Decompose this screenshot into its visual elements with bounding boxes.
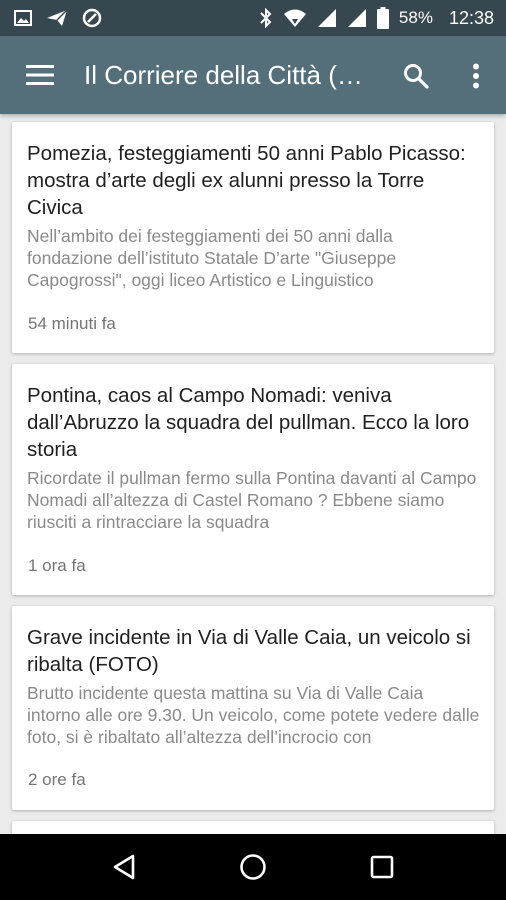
menu-button[interactable]: [0, 36, 80, 114]
article-title: Pomezia, festeggiamenti 50 anni Pablo Pi…: [27, 142, 466, 219]
home-button[interactable]: [223, 837, 283, 897]
clock: 12:38: [448, 7, 494, 28]
signal-icon: [347, 8, 367, 28]
article-summary: Nell’ambito dei festeggiamenti dei 50 an…: [27, 226, 397, 290]
back-icon: [112, 854, 136, 880]
status-bar: 58% 12:38: [0, 0, 506, 36]
recents-button[interactable]: [352, 837, 412, 897]
article-card[interactable]: Pontina, caos al Campo Nomadi: veniva da…: [12, 364, 494, 595]
bluetooth-icon: [259, 8, 273, 28]
more-options-button[interactable]: [462, 58, 490, 94]
image-icon: [14, 9, 32, 27]
back-button[interactable]: [94, 837, 154, 897]
home-icon: [239, 853, 267, 881]
article-summary: Brutto incidente questa mattina su Via d…: [27, 683, 480, 747]
wifi-icon: [283, 8, 307, 28]
article-card[interactable]: Grave incidente in Via di Valle Caia, un…: [12, 606, 494, 810]
signal-icon: [317, 8, 337, 28]
article-summary: Ricordate il pullman fermo sulla Pontina…: [27, 468, 477, 532]
article-time: 54 minuti fa: [28, 314, 116, 333]
hamburger-menu-icon: [26, 64, 54, 86]
navigation-bar: [0, 834, 506, 900]
battery-percentage: 58%: [398, 8, 433, 27]
status-bar-notifications: [14, 8, 102, 28]
article-title: Grave incidente in Via di Valle Caia, un…: [27, 626, 471, 676]
article-title: Pontina, caos al Campo Nomadi: veniva da…: [27, 384, 470, 461]
article-card[interactable]: Pomezia, festeggiamenti 50 anni Pablo Pi…: [12, 122, 494, 353]
more-vert-icon: [472, 63, 480, 89]
battery-icon: [376, 7, 389, 29]
article-time: 1 ora fa: [28, 556, 86, 575]
status-bar-system: 58% 12:38: [259, 7, 494, 29]
article-list: Pomezia, festeggiamenti 50 anni Pablo Pi…: [0, 114, 506, 834]
search-icon: [403, 63, 429, 89]
article-card[interactable]: [12, 821, 494, 834]
article-time: 2 ore fa: [28, 770, 86, 789]
app-title: Il Corriere della Città (…: [84, 59, 363, 90]
search-button[interactable]: [398, 58, 434, 94]
app-bar: Il Corriere della Città (…: [0, 36, 506, 114]
recents-icon: [370, 855, 394, 879]
shield-icon: [82, 8, 102, 28]
send-icon: [46, 9, 68, 27]
